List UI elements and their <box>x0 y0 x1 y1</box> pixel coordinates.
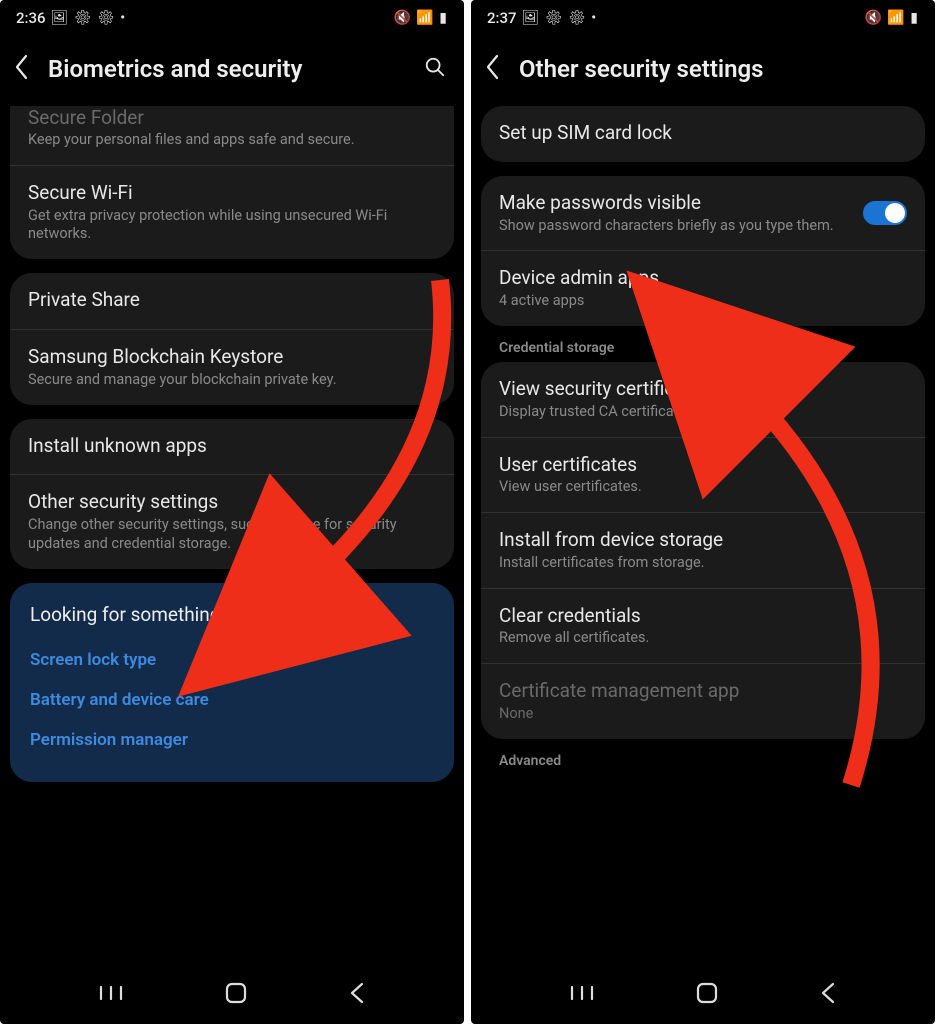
card-credential: View security certificates Display trust… <box>481 362 925 739</box>
row-title: Other security settings <box>28 490 436 514</box>
row-sub: 4 active apps <box>499 292 907 311</box>
row-title: Certificate management app <box>499 679 907 703</box>
content-area[interactable]: Set up SIM card lock Make passwords visi… <box>471 106 935 972</box>
row-private-share[interactable]: Private Share <box>10 273 454 329</box>
page-title: Biometrics and security <box>48 55 406 83</box>
row-install-unknown[interactable]: Install unknown apps <box>10 419 454 475</box>
row-title: Private Share <box>28 288 436 312</box>
row-sub: Install certificates from storage. <box>499 554 907 573</box>
row-title: Set up SIM card lock <box>499 121 907 145</box>
row-title: Secure Wi-Fi <box>28 181 436 205</box>
row-title: Install unknown apps <box>28 434 436 458</box>
row-sim-lock[interactable]: Set up SIM card lock <box>481 106 925 162</box>
phone-left: 2:36 🖼 ⚙ ⚙ • 🔇 📶 ▮ Biometrics and securi… <box>0 0 464 1024</box>
row-sub: Change other security settings, such as … <box>28 516 436 554</box>
row-other-security[interactable]: Other security settings Change other sec… <box>10 474 454 568</box>
nav-recents-icon[interactable] <box>569 984 595 1006</box>
row-sub: Keep your personal files and apps safe a… <box>28 131 436 150</box>
row-sub: Show password characters briefly as you … <box>499 217 851 236</box>
app-bar: Other security settings <box>471 32 935 106</box>
suggest-link-screen-lock[interactable]: Screen lock type <box>30 640 434 680</box>
row-title: Device admin apps <box>499 266 907 290</box>
section-advanced: Advanced <box>481 753 925 775</box>
status-system-icons: 🔇 📶 ▮ <box>393 10 448 26</box>
nav-recents-icon[interactable] <box>98 984 124 1006</box>
row-secure-folder[interactable]: Secure Folder Keep your personal files a… <box>10 106 454 165</box>
row-sub: Display trusted CA certificates. <box>499 403 907 422</box>
row-sub: Get extra privacy protection while using… <box>28 207 436 245</box>
card-passwords-admin: Make passwords visible Show password cha… <box>481 176 925 326</box>
row-clear-creds[interactable]: Clear credentials Remove all certificate… <box>481 588 925 664</box>
row-install-storage[interactable]: Install from device storage Install cert… <box>481 512 925 588</box>
status-app-icons: 🖼 ⚙ ⚙ • <box>51 10 127 26</box>
status-bar: 2:37 🖼 ⚙ ⚙ • 🔇 📶 ▮ <box>471 0 935 32</box>
suggestions-card: Looking for something else? Screen lock … <box>10 583 454 782</box>
phone-right: 2:37 🖼 ⚙ ⚙ • 🔇 📶 ▮ Other security settin… <box>471 0 935 1024</box>
row-sub: Secure and manage your blockchain privat… <box>28 371 436 390</box>
row-sub: Remove all certificates. <box>499 629 907 648</box>
row-sub: None <box>499 705 907 724</box>
toggle-passwords-visible[interactable] <box>863 201 907 225</box>
row-device-admin[interactable]: Device admin apps 4 active apps <box>481 250 925 326</box>
app-bar: Biometrics and security <box>0 32 464 106</box>
row-title: User certificates <box>499 453 907 477</box>
row-sub: View user certificates. <box>499 478 907 497</box>
row-title-cutoff: Secure Folder <box>28 106 436 129</box>
nav-bar <box>471 972 935 1024</box>
row-title: View security certificates <box>499 377 907 401</box>
row-title: Clear credentials <box>499 604 907 628</box>
row-user-certs[interactable]: User certificates View user certificates… <box>481 437 925 513</box>
row-title: Install from device storage <box>499 528 907 552</box>
status-system-icons: 🔇 📶 ▮ <box>864 10 919 26</box>
row-view-certs[interactable]: View security certificates Display trust… <box>481 362 925 437</box>
card-secure: Secure Folder Keep your personal files a… <box>10 106 454 259</box>
row-title: Make passwords visible <box>499 191 851 215</box>
status-time: 2:37 <box>487 9 517 27</box>
search-icon[interactable] <box>424 56 446 82</box>
suggest-link-permission[interactable]: Permission manager <box>30 720 434 760</box>
content-area[interactable]: Secure Folder Keep your personal files a… <box>0 106 464 972</box>
row-title: Samsung Blockchain Keystore <box>28 345 436 369</box>
nav-bar <box>0 972 464 1024</box>
row-cert-management[interactable]: Certificate management app None <box>481 663 925 739</box>
status-time: 2:36 <box>16 9 46 27</box>
nav-back-icon[interactable] <box>348 982 366 1008</box>
nav-home-icon[interactable] <box>224 981 248 1009</box>
card-sim: Set up SIM card lock <box>481 106 925 162</box>
nav-home-icon[interactable] <box>695 981 719 1009</box>
status-app-icons: 🖼 ⚙ ⚙ • <box>522 10 598 26</box>
section-credential-storage: Credential storage <box>481 340 925 362</box>
card-install: Install unknown apps Other security sett… <box>10 419 454 569</box>
suggest-link-battery[interactable]: Battery and device care <box>30 680 434 720</box>
back-icon[interactable] <box>14 54 30 84</box>
nav-back-icon[interactable] <box>819 982 837 1008</box>
row-blockchain[interactable]: Samsung Blockchain Keystore Secure and m… <box>10 329 454 405</box>
status-bar: 2:36 🖼 ⚙ ⚙ • 🔇 📶 ▮ <box>0 0 464 32</box>
page-title: Other security settings <box>519 55 917 83</box>
row-secure-wifi[interactable]: Secure Wi-Fi Get extra privacy protectio… <box>10 165 454 259</box>
card-share: Private Share Samsung Blockchain Keystor… <box>10 273 454 404</box>
suggestions-heading: Looking for something else? <box>30 603 434 626</box>
row-passwords-visible[interactable]: Make passwords visible Show password cha… <box>481 176 925 251</box>
back-icon[interactable] <box>485 54 501 84</box>
